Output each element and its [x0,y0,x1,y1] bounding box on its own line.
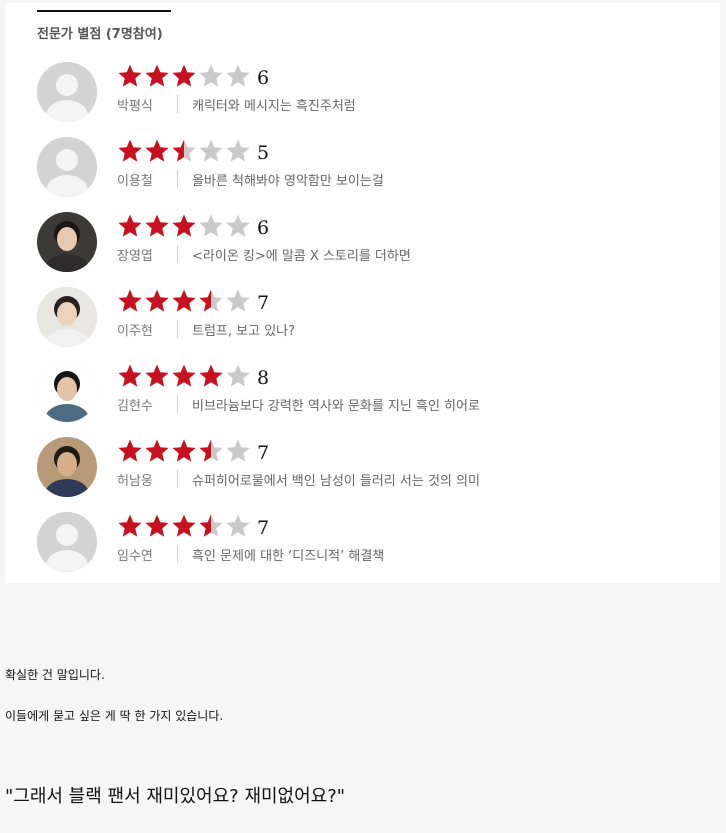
rating-score: 7 [257,517,270,539]
avatar-photo [37,287,97,347]
star-filled-icon [118,139,142,162]
star-filled-icon [145,514,169,537]
rating-score: 6 [257,217,270,239]
avatar-placeholder [37,62,97,122]
star-filled-icon [172,514,196,537]
star-filled-icon [172,64,196,87]
review-comment: 올바른 척해봐야 영악함만 보이는걸 [192,174,384,189]
article-paragraph: 이들에게 묻고 싶은 게 딱 한 가지 있습니다. [5,709,224,723]
star-filled-icon [172,214,196,237]
reviewer-name: 박평식 [117,99,153,114]
avatar-placeholder [37,137,97,197]
star-empty-icon [226,139,250,162]
star-half-icon [172,139,196,162]
reviewer-name: 이용철 [117,174,153,189]
review-row: 7 허남웅 슈퍼히어로물에서 백인 남성이 들러리 서는 것의 의미 [37,437,697,497]
star-rating [117,288,252,314]
rating-score: 7 [257,292,270,314]
star-rating [117,138,252,164]
rating-score: 6 [257,67,270,89]
star-filled-icon [118,214,142,237]
divider [177,95,178,113]
star-filled-icon [118,364,142,387]
star-filled-icon [145,64,169,87]
star-filled-icon [172,364,196,387]
star-half-icon [199,514,223,537]
review-row: 5 이용철 올바른 척해봐야 영악함만 보이는걸 [37,137,697,197]
review-row: 7 임수연 흑인 문제에 대한 ‘디즈니적’ 해결책 [37,512,697,572]
article-paragraph: 확실한 건 말입니다. [5,668,105,682]
star-filled-icon [145,214,169,237]
review-comment: 흑인 문제에 대한 ‘디즈니적’ 해결책 [192,549,385,564]
review-row: 8 김현수 비브라늄보다 강력한 역사와 문화를 지닌 흑인 히어로 [37,362,697,422]
star-filled-icon [145,289,169,312]
review-row: 6 박평식 캐릭터와 메시지는 흑진주처럼 [37,62,697,122]
star-filled-icon [145,364,169,387]
section-title: 전문가 별점 (7명참여) [37,10,171,42]
rating-score: 5 [257,142,270,164]
divider [177,320,178,338]
avatar-photo [37,437,97,497]
star-filled-icon [118,514,142,537]
reviewer-name: 장영엽 [117,249,153,264]
divider [177,170,178,188]
rating-score: 7 [257,442,270,464]
divider [177,245,178,263]
reviewer-name: 임수연 [117,549,153,564]
star-filled-icon [118,439,142,462]
star-empty-icon [226,289,250,312]
star-half-icon [199,439,223,462]
star-rating [117,438,252,464]
article-quote: "그래서 블랙 팬서 재미있어요? 재미없어요?" [5,786,346,807]
review-comment: 비브라늄보다 강력한 역사와 문화를 지닌 흑인 히어로 [192,399,480,414]
avatar-placeholder [37,512,97,572]
review-comment: <라이온 킹>에 말콤 X 스토리를 더하면 [192,249,411,264]
review-comment: 캐릭터와 메시지는 흑진주처럼 [192,99,356,114]
star-rating [117,213,252,239]
reviewer-name: 이주현 [117,324,153,339]
reviewer-name: 허남웅 [117,474,153,489]
star-half-icon [199,289,223,312]
reviewer-name: 김현수 [117,399,153,414]
star-filled-icon [118,64,142,87]
star-empty-icon [226,64,250,87]
star-rating [117,63,252,89]
review-comment: 트럼프, 보고 있나? [192,324,296,339]
star-empty-icon [199,139,223,162]
divider [177,470,178,488]
star-empty-icon [226,364,250,387]
rating-score: 8 [257,367,270,389]
star-empty-icon [226,514,250,537]
star-empty-icon [226,214,250,237]
star-empty-icon [199,214,223,237]
star-filled-icon [199,364,223,387]
star-rating [117,363,252,389]
star-filled-icon [118,289,142,312]
review-comment: 슈퍼히어로물에서 백인 남성이 들러리 서는 것의 의미 [192,474,480,489]
avatar-photo [37,362,97,422]
review-row: 7 이주현 트럼프, 보고 있나? [37,287,697,347]
avatar-photo [37,212,97,272]
star-rating [117,513,252,539]
divider [177,545,178,563]
divider [177,395,178,413]
star-filled-icon [145,439,169,462]
star-filled-icon [145,139,169,162]
expert-rating-card: 전문가 별점 (7명참여) 6 박평식 캐릭터와 메시지는 흑진주처럼 5 이용철 올바른… [5,3,720,583]
review-row: 6 장영엽 <라이온 킹>에 말콤 X 스토리를 더하면 [37,212,697,272]
star-filled-icon [172,439,196,462]
star-empty-icon [226,439,250,462]
star-empty-icon [199,64,223,87]
star-filled-icon [172,289,196,312]
